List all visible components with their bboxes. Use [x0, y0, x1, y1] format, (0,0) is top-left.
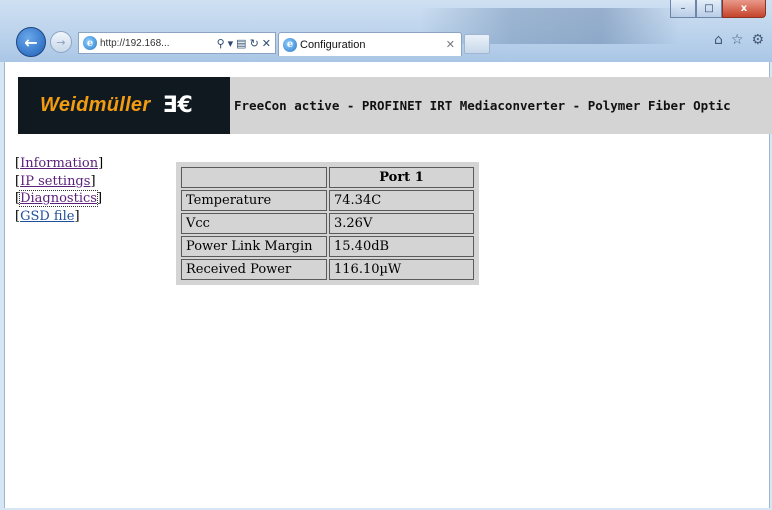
toolbar-icons: ⌂ ☆ ⚙: [714, 32, 764, 48]
ie-tab-icon: e: [283, 37, 297, 52]
tab-close-icon[interactable]: ✕: [446, 38, 455, 51]
back-arrow-icon[interactable]: ←: [16, 27, 46, 57]
table-row: Power Link Margin 15.40dB: [181, 236, 474, 257]
row-label: Temperature: [181, 190, 327, 211]
diagnostics-table-frame: Port 1 Temperature 74.34C Vcc 3.26V Powe…: [176, 162, 479, 285]
search-icon[interactable]: ⚲: [217, 37, 225, 50]
tab-title: Configuration: [300, 38, 366, 51]
menu-item-gsd-file: [GSD file]: [15, 208, 80, 224]
diagnostics-table: Port 1 Temperature 74.34C Vcc 3.26V Powe…: [179, 165, 476, 282]
table-header-port1: Port 1: [329, 167, 474, 188]
table-row: Vcc 3.26V: [181, 213, 474, 234]
table-row: Temperature 74.34C: [181, 190, 474, 211]
page-header: Weidmüller Ǝ€ FreeCon active - PROFINET …: [18, 77, 772, 134]
compat-icon[interactable]: ▤: [236, 37, 246, 50]
row-label: Received Power: [181, 259, 327, 280]
address-bar[interactable]: e http://192.168... ⚲ ▾ ▤ ↻ ✕: [78, 32, 276, 54]
minimize-button[interactable]: –: [670, 0, 696, 18]
row-value: 74.34C: [329, 190, 474, 211]
menu-item-diagnostics: [Diagnostics]: [15, 190, 103, 207]
ie-page-icon: e: [83, 36, 97, 50]
tab-configuration[interactable]: e Configuration ✕: [278, 32, 462, 56]
diagnostics-link[interactable]: Diagnostics: [19, 190, 98, 207]
window-controls: – □ x: [670, 0, 766, 18]
logo-text: Weidmüller: [40, 94, 151, 116]
favorites-star-icon[interactable]: ☆: [731, 32, 744, 48]
gsd-file-link[interactable]: GSD file: [20, 209, 74, 224]
row-value: 15.40dB: [329, 236, 474, 257]
new-tab-button[interactable]: [464, 34, 490, 54]
settings-gear-icon[interactable]: ⚙: [751, 32, 764, 48]
nav-menu: [Information] [IP settings] [Diagnostics…: [15, 155, 103, 225]
logo-mark-icon: Ǝ€: [162, 93, 193, 118]
close-button[interactable]: x: [722, 0, 766, 18]
table-header-row: Port 1: [181, 167, 474, 188]
product-banner: FreeCon active - PROFINET IRT Mediaconve…: [230, 77, 772, 134]
row-value: 116.10µW: [329, 259, 474, 280]
page-content: Weidmüller Ǝ€ FreeCon active - PROFINET …: [4, 62, 772, 508]
address-text[interactable]: http://192.168...: [100, 38, 214, 49]
row-value: 3.26V: [329, 213, 474, 234]
menu-item-information: [Information]: [15, 156, 104, 171]
menu-item-ip-settings: [IP settings]: [15, 173, 96, 189]
table-header-empty: [181, 167, 327, 188]
home-icon[interactable]: ⌂: [714, 32, 723, 48]
information-link[interactable]: Information: [20, 156, 98, 171]
forward-arrow-icon[interactable]: →: [50, 31, 72, 53]
row-label: Power Link Margin: [181, 236, 327, 257]
stop-icon[interactable]: ✕: [262, 37, 271, 50]
table-row: Received Power 116.10µW: [181, 259, 474, 280]
dropdown-icon[interactable]: ▾: [228, 37, 234, 50]
maximize-button[interactable]: □: [696, 0, 722, 18]
refresh-icon[interactable]: ↻: [250, 37, 259, 50]
weidmuller-logo: Weidmüller Ǝ€: [18, 77, 230, 134]
row-label: Vcc: [181, 213, 327, 234]
banner-title: FreeCon active - PROFINET IRT Mediaconve…: [234, 98, 731, 113]
ip-settings-link[interactable]: IP settings: [20, 174, 90, 189]
